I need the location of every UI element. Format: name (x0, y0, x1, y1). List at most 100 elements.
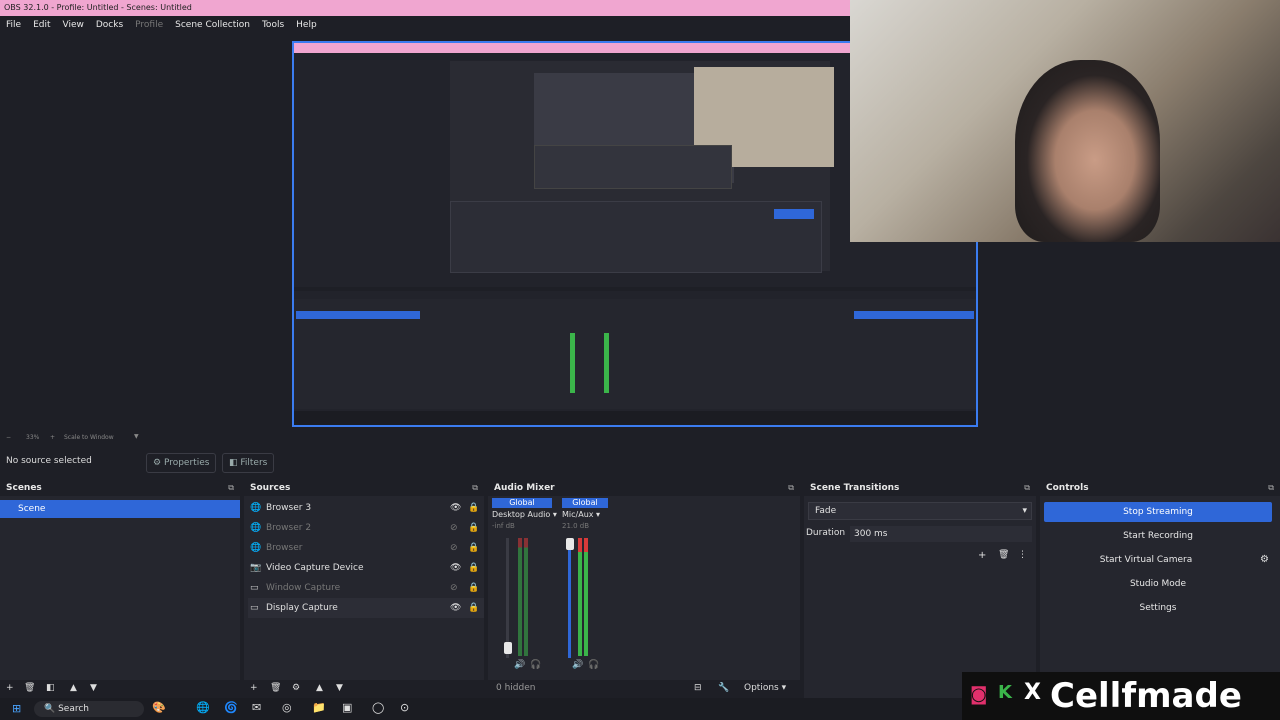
filter-icon[interactable]: ◧ (46, 683, 55, 693)
trash-icon[interactable]: 🗑 (24, 683, 35, 693)
undock-icon[interactable]: ⧉ (228, 480, 234, 496)
headphones-icon[interactable]: 🎧 (530, 660, 541, 670)
scale-mode[interactable]: Scale to Window (64, 434, 114, 441)
gear-icon[interactable]: ⚙ (292, 683, 300, 693)
app-icon[interactable]: 🌐 (196, 701, 210, 714)
channel-name[interactable]: Desktop Audio ▾ (492, 508, 558, 522)
undock-icon[interactable]: ⧉ (1024, 480, 1030, 496)
controls-dock: Controls ⧉ Stop Streaming Start Recording… (1040, 480, 1280, 698)
edge-icon[interactable]: 🌀 (224, 701, 238, 714)
menu-tools[interactable]: Tools (256, 16, 290, 34)
app-icon[interactable]: 🎨 (152, 701, 166, 714)
volume-slider[interactable] (506, 538, 509, 658)
source-row[interactable]: 🌐 Browser 3 👁 🔒 (248, 498, 484, 518)
move-down-icon[interactable]: ▼ (90, 683, 97, 693)
add-icon[interactable]: + (250, 683, 258, 693)
menu-docks[interactable]: Docks (90, 16, 129, 34)
start-recording-button[interactable]: Start Recording (1044, 526, 1272, 546)
move-up-icon[interactable]: ▲ (70, 683, 77, 693)
source-row[interactable]: 🌐 Browser ⊘ 🔒 (248, 538, 484, 558)
windows-start-icon[interactable]: ⊞ (12, 702, 21, 715)
folder-icon[interactable]: 📁 (312, 701, 326, 714)
preview-echo-docks (534, 145, 732, 189)
duration-label: Duration (806, 528, 846, 538)
volume-handle[interactable] (504, 642, 512, 654)
menu-help[interactable]: Help (290, 16, 323, 34)
scene-item[interactable]: Scene (0, 500, 240, 518)
trash-icon[interactable]: 🗑 (270, 683, 281, 693)
speaker-icon[interactable]: 🔊 (572, 660, 583, 670)
source-row[interactable]: ▭ Window Capture ⊘ 🔒 (248, 578, 484, 598)
eye-icon[interactable]: 👁 (450, 498, 461, 518)
eye-hidden-icon[interactable]: ⊘ (450, 518, 458, 538)
mail-icon[interactable]: ✉ (252, 701, 261, 714)
trash-icon[interactable]: 🗑 (998, 550, 1009, 560)
chevron-down-icon[interactable]: ▼ (134, 433, 139, 440)
lock-icon[interactable]: 🔒 (468, 498, 479, 518)
transitions-title: Scene Transitions (810, 483, 900, 493)
app-icon[interactable]: ▣ (342, 701, 352, 714)
person-silhouette (1015, 60, 1160, 242)
zoom-out-icon[interactable]: − (6, 434, 11, 441)
lock-icon[interactable]: 🔒 (468, 518, 479, 538)
channel-level: 21.0 dB (562, 522, 590, 530)
channel-name[interactable]: Mic/Aux ▾ (562, 508, 628, 522)
menu-file[interactable]: File (0, 16, 27, 34)
add-icon[interactable]: + (978, 550, 986, 561)
taskbar-search[interactable]: 🔍 Search (34, 701, 144, 717)
source-row[interactable]: ▭ Display Capture 👁 🔒 (248, 598, 484, 618)
settings-button[interactable]: Settings (1044, 598, 1272, 618)
studio-mode-button[interactable]: Studio Mode (1044, 574, 1272, 594)
menu-edit[interactable]: Edit (27, 16, 56, 34)
lock-icon[interactable]: 🔒 (468, 598, 479, 618)
speaker-icon[interactable]: 🔊 (514, 660, 525, 670)
stop-streaming-button[interactable]: Stop Streaming (1044, 502, 1272, 522)
properties-button[interactable]: ⚙ Properties (146, 453, 217, 473)
window-title: OBS 32.1.0 - Profile: Untitled - Scenes:… (0, 0, 850, 16)
eye-icon[interactable]: 👁 (450, 598, 461, 618)
obs-icon[interactable]: ⊙ (400, 701, 409, 714)
mixer-channel: Global Desktop Audio ▾ -inf dB 🔊 🎧 (492, 498, 558, 676)
app-icon[interactable]: ◯ (372, 701, 384, 714)
eye-icon[interactable]: 👁 (450, 558, 461, 578)
preview-echo-meter-2 (604, 333, 609, 393)
menu-view[interactable]: View (57, 16, 90, 34)
eye-hidden-icon[interactable]: ⊘ (450, 538, 458, 558)
filter-icon: ◧ (229, 458, 241, 468)
chrome-icon[interactable]: ◎ (282, 701, 292, 714)
undock-icon[interactable]: ⧉ (472, 480, 478, 496)
source-row[interactable]: 📷 Video Capture Device 👁 🔒 (248, 558, 484, 578)
chevron-down-icon: ▾ (596, 510, 601, 519)
undock-icon[interactable]: ⧉ (788, 480, 794, 496)
transition-select[interactable]: Fade ▾ (808, 502, 1032, 520)
menu-profile[interactable]: Profile (129, 16, 169, 34)
volume-slider[interactable] (568, 538, 571, 658)
filters-button[interactable]: ◧ Filters (222, 453, 275, 473)
volume-handle[interactable] (566, 538, 574, 550)
move-down-icon[interactable]: ▼ (336, 683, 343, 693)
wrench-icon[interactable]: 🔧 (718, 683, 729, 693)
transitions-dock: Scene Transitions ⧉ Fade ▾ Duration 300 ms… (804, 480, 1036, 698)
move-up-icon[interactable]: ▲ (316, 683, 323, 693)
menu-scene-collection[interactable]: Scene Collection (169, 16, 256, 34)
lock-icon[interactable]: 🔒 (468, 558, 479, 578)
source-row[interactable]: 🌐 Browser 2 ⊘ 🔒 (248, 518, 484, 538)
options-button[interactable]: Options ▾ (744, 683, 786, 693)
lock-icon[interactable]: 🔒 (468, 538, 479, 558)
add-icon[interactable]: + (6, 683, 14, 693)
lock-icon[interactable]: 🔒 (468, 578, 479, 598)
start-virtual-camera-button[interactable]: Start Virtual Camera (1044, 550, 1248, 570)
source-name: Window Capture (266, 583, 341, 593)
layout-icon[interactable]: ⊟ (694, 683, 702, 693)
undock-icon[interactable]: ⧉ (1268, 480, 1274, 496)
more-icon[interactable]: ⋮ (1018, 550, 1027, 560)
channel-tag: Global (562, 498, 608, 508)
headphones-icon[interactable]: 🎧 (588, 660, 599, 670)
options-label: Options (744, 683, 779, 693)
kick-icon: K (998, 682, 1012, 703)
gear-icon[interactable]: ⚙ (1260, 554, 1269, 565)
duration-input[interactable]: 300 ms (850, 526, 1032, 542)
eye-hidden-icon[interactable]: ⊘ (450, 578, 458, 598)
zoom-in-icon[interactable]: + (50, 434, 55, 441)
globe-icon: 🌐 (250, 543, 262, 553)
